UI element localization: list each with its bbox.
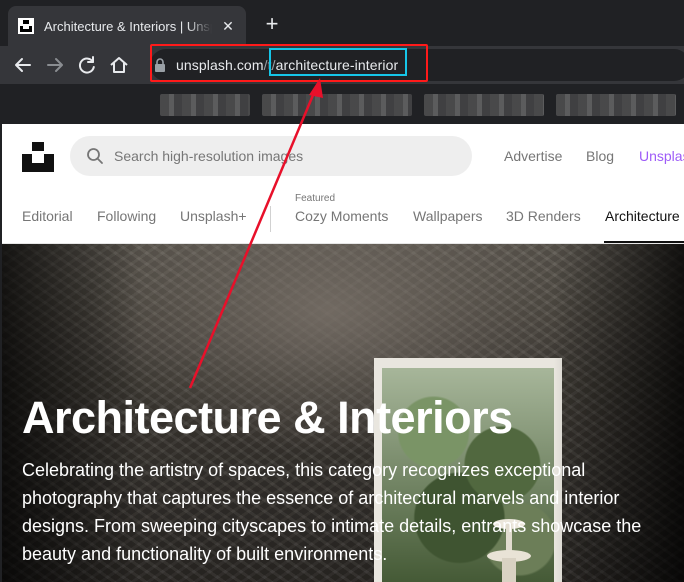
bookmark-item-blurred[interactable] bbox=[160, 94, 250, 116]
forward-arrow-icon[interactable] bbox=[44, 54, 66, 76]
unsplash-logo-icon[interactable] bbox=[22, 140, 54, 172]
category-nav: Editorial Following Unsplash+ Featured C… bbox=[2, 188, 684, 244]
home-icon[interactable] bbox=[108, 54, 130, 76]
blog-link[interactable]: Blog bbox=[586, 148, 614, 164]
unsplash-favicon-icon bbox=[18, 18, 34, 34]
tab-following[interactable]: Following bbox=[97, 208, 156, 224]
hero-banner: Architecture & Interiors Celebrating the… bbox=[2, 244, 684, 582]
reload-icon[interactable] bbox=[76, 54, 98, 76]
close-tab-icon[interactable]: ✕ bbox=[220, 18, 236, 35]
topic-description: Celebrating the artistry of spaces, this… bbox=[22, 460, 642, 564]
unsplash-plus-link[interactable]: Unsplash+ bbox=[639, 148, 684, 164]
bookmark-item-blurred[interactable] bbox=[424, 94, 544, 116]
tab-strip: Architecture & Interiors | Unsplash ✕ + bbox=[0, 0, 684, 46]
tab-unsplash-plus[interactable]: Unsplash+ bbox=[180, 208, 247, 224]
browser-tab[interactable]: Architecture & Interiors | Unsplash ✕ bbox=[8, 6, 246, 46]
search-icon[interactable] bbox=[86, 147, 104, 165]
search-input[interactable] bbox=[114, 136, 454, 176]
bookmark-item-blurred[interactable] bbox=[262, 94, 412, 116]
unsplash-page: Advertise Blog Unsplash+ Editorial Follo… bbox=[2, 124, 684, 582]
back-arrow-icon[interactable] bbox=[12, 54, 34, 76]
tab-architecture-interiors[interactable]: Architecture & Interiors bbox=[605, 208, 684, 224]
site-header: Advertise Blog Unsplash+ bbox=[2, 124, 684, 188]
new-tab-button[interactable]: + bbox=[262, 11, 282, 37]
tab-3d-renders[interactable]: 3D Renders bbox=[506, 208, 581, 224]
advertise-link[interactable]: Advertise bbox=[504, 148, 562, 164]
nav-divider bbox=[270, 206, 271, 232]
tab-title: Architecture & Interiors | Unsplash bbox=[44, 18, 212, 34]
tab-wallpapers[interactable]: Wallpapers bbox=[413, 208, 483, 224]
featured-label: Featured bbox=[295, 193, 336, 204]
tab-cozy-moments[interactable]: Cozy Moments bbox=[295, 208, 388, 224]
active-tab-underline bbox=[604, 241, 684, 243]
bookmark-item-blurred[interactable] bbox=[556, 94, 676, 116]
annotation-slug-highlight bbox=[269, 48, 407, 76]
bookmarks-bar bbox=[0, 84, 684, 124]
search-bar[interactable] bbox=[70, 136, 472, 176]
tab-editorial[interactable]: Editorial bbox=[22, 208, 73, 224]
page-title: Architecture & Interiors bbox=[22, 392, 513, 443]
